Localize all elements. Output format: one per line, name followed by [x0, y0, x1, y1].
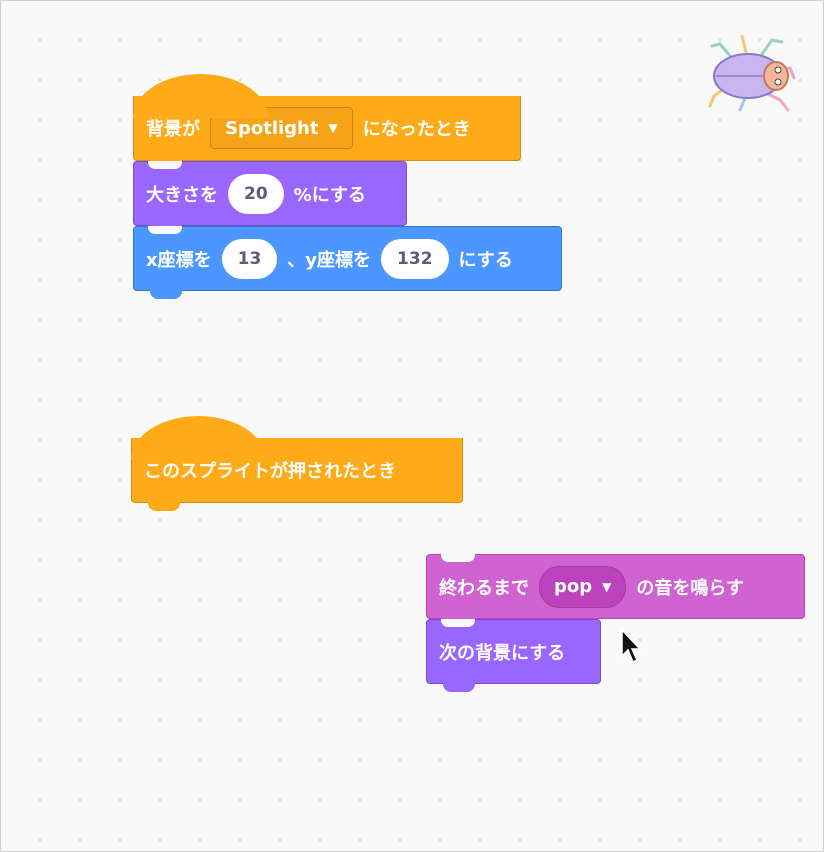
block-notch: [148, 226, 182, 234]
block-tab: [150, 289, 182, 299]
sound-dropdown-value: pop: [554, 576, 593, 597]
dragged-stack: 終わるまで pop ▼ の音を鳴らす 次の背景にする: [426, 554, 805, 692]
go-to-xy-block[interactable]: x座標を 13 、y座標を 132 にする: [133, 226, 562, 299]
block-notch: [148, 161, 182, 169]
sprite-clicked-label: このスプライトが押されたとき: [144, 461, 396, 482]
size-input[interactable]: 20: [228, 173, 284, 214]
next-backdrop-label: 次の背景にする: [439, 642, 566, 664]
sound-dropdown[interactable]: pop ▼: [539, 565, 627, 608]
x-input[interactable]: 13: [221, 238, 278, 279]
backdrop-dropdown-value: Spotlight: [225, 117, 319, 139]
hat-cap: [131, 416, 266, 460]
set-size-label-after: %にする: [293, 184, 366, 206]
sound-label-after: の音を鳴らす: [636, 577, 745, 599]
y-input[interactable]: 132: [381, 238, 449, 279]
block-notch: [441, 619, 475, 627]
chevron-down-icon: ▼: [328, 121, 338, 135]
play-sound-until-done-block[interactable]: 終わるまで pop ▼ の音を鳴らす: [426, 554, 805, 627]
next-backdrop-block[interactable]: 次の背景にする: [426, 619, 601, 692]
when-backdrop-switches-block[interactable]: 背景が Spotlight ▼ になったとき: [133, 74, 521, 169]
hat-label-before: 背景が: [146, 119, 200, 140]
goto-label-x: x座標を: [146, 249, 212, 271]
sound-label-before: 終わるまで: [439, 577, 529, 599]
script-sprite-clicked: このスプライトが押されたとき: [131, 416, 463, 511]
when-sprite-clicked-block[interactable]: このスプライトが押されたとき: [131, 416, 463, 511]
set-size-block[interactable]: 大きさを 20 %にする: [133, 161, 407, 234]
mouse-pointer-icon: [621, 628, 642, 664]
hat-label-after: になったとき: [362, 119, 471, 140]
block-notch: [441, 554, 475, 562]
goto-label-y: 、y座標を: [287, 249, 372, 271]
set-size-label-before: 大きさを: [146, 184, 218, 206]
block-tab: [148, 501, 180, 511]
hat-cap: [133, 74, 268, 118]
script-backdrop-switch: 背景が Spotlight ▼ になったとき 大きさを 20 %にする x座標を…: [133, 74, 562, 299]
goto-label-end: にする: [458, 249, 513, 271]
chevron-down-icon: ▼: [602, 579, 612, 594]
beetle-sprite-icon: [708, 34, 796, 112]
block-tab: [443, 682, 475, 692]
